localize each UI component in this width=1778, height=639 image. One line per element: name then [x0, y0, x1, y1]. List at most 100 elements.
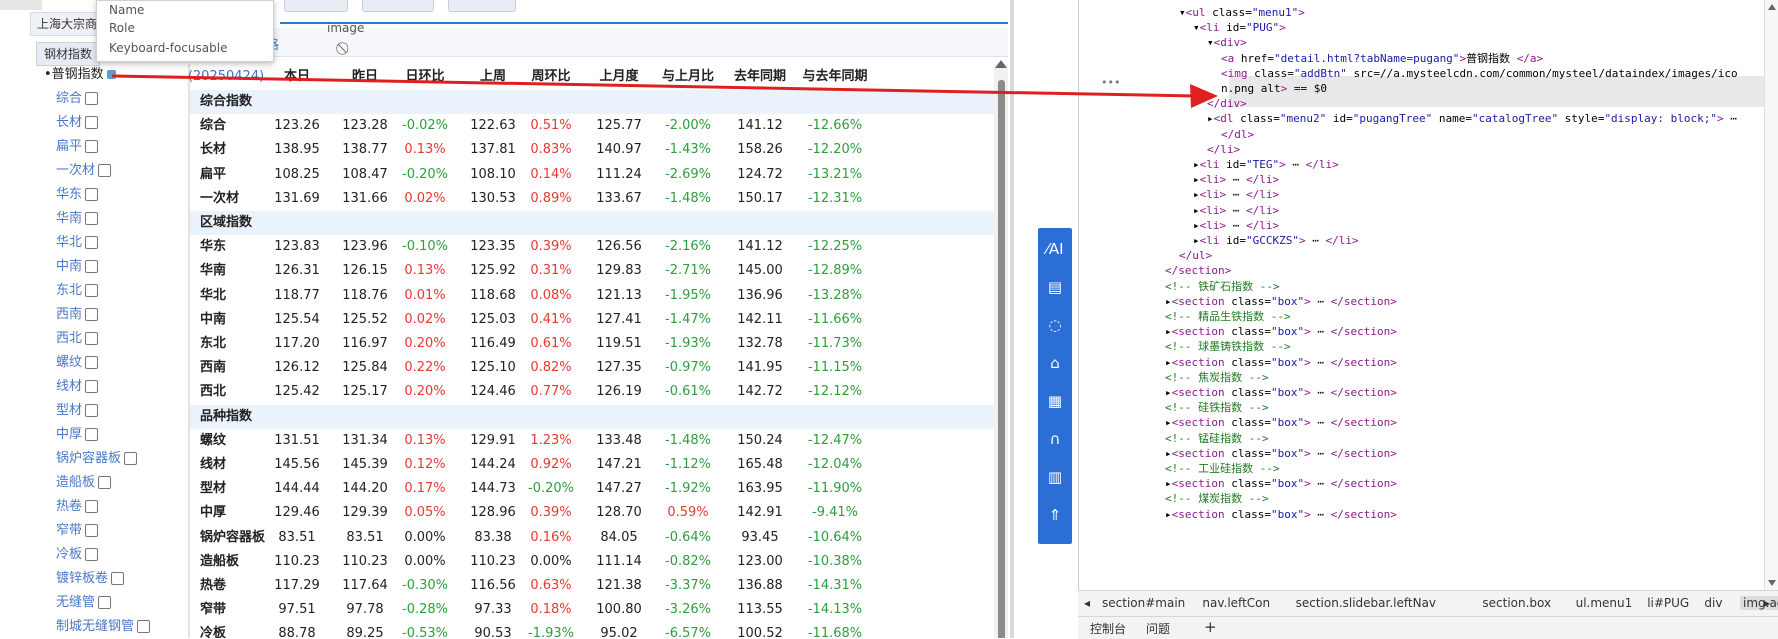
- nav-item[interactable]: 线材: [56, 376, 99, 398]
- nav-item[interactable]: 扁平: [56, 136, 99, 158]
- nav-item[interactable]: 西北: [56, 328, 99, 350]
- add-tab-icon[interactable]: +: [1204, 618, 1217, 636]
- top-button-1[interactable]: [284, 0, 348, 12]
- nav-item[interactable]: 华东: [56, 184, 99, 206]
- checkbox[interactable]: [85, 404, 99, 417]
- scroll-up-icon[interactable]: [995, 60, 1007, 68]
- top-button-3[interactable]: [448, 0, 516, 12]
- dom-node-line[interactable]: ▸<li id="GCCKZS"> ⋯ </li>: [1193, 232, 1359, 249]
- headset-icon[interactable]: ∩: [1038, 422, 1072, 456]
- nav-item[interactable]: 冷板: [56, 544, 99, 566]
- table-scrollbar-thumb[interactable]: [998, 80, 1005, 638]
- building-icon[interactable]: ▥: [1038, 460, 1072, 494]
- nav-item[interactable]: 镀锌板卷: [56, 568, 125, 590]
- breadcrumb-item[interactable]: ul.menu1: [1576, 596, 1633, 610]
- nav-item[interactable]: 型材: [56, 400, 99, 422]
- calendar-icon[interactable]: ▦: [1038, 384, 1072, 418]
- checkbox[interactable]: [85, 284, 99, 297]
- checkbox[interactable]: [111, 572, 125, 585]
- gift-icon[interactable]: ⌂: [1038, 346, 1072, 380]
- column-header[interactable]: 日环比: [390, 64, 460, 90]
- column-header[interactable]: 上月度: [584, 64, 654, 90]
- nav-item[interactable]: 西南: [56, 304, 99, 326]
- breadcrumb-item[interactable]: section.box: [1482, 596, 1551, 610]
- dom-node-line[interactable]: ▸<section class="box"> ⋯ </section>: [1165, 506, 1397, 523]
- nav-item[interactable]: 综合: [56, 88, 99, 110]
- nav-item[interactable]: 一次材: [56, 160, 112, 182]
- nav-item[interactable]: 窄带: [56, 520, 99, 542]
- top-button-2[interactable]: [362, 0, 434, 12]
- table-cell: -0.10%: [402, 239, 448, 255]
- devtools-scrollbar[interactable]: [1764, 0, 1778, 590]
- breadcrumb-item[interactable]: nav.leftCon: [1202, 596, 1270, 610]
- checkbox[interactable]: [85, 212, 99, 225]
- dt-scroll-up-icon[interactable]: [1768, 4, 1776, 10]
- breadcrumb-item[interactable]: section.slidebar.leftNav: [1296, 596, 1436, 610]
- nav-item[interactable]: •普钢指数: [44, 64, 116, 86]
- checkbox[interactable]: [98, 164, 112, 177]
- table-cell: 140.97: [596, 142, 642, 158]
- checkbox[interactable]: [85, 140, 99, 153]
- nav-item[interactable]: 螺纹: [56, 352, 99, 374]
- nav-item[interactable]: 中厚: [56, 424, 99, 446]
- nav-item[interactable]: 长材: [56, 112, 99, 134]
- column-header[interactable]: 与上月比: [648, 64, 728, 90]
- drawer-tab[interactable]: 问题: [1146, 620, 1170, 637]
- nav-item[interactable]: 锅炉容器板: [56, 448, 138, 470]
- checkbox[interactable]: [85, 308, 99, 321]
- nav-item[interactable]: 华南: [56, 208, 99, 230]
- column-header[interactable]: 与去年同期: [790, 64, 880, 90]
- drawer-tab[interactable]: 控制台: [1090, 620, 1126, 637]
- dt-scroll-down-icon[interactable]: [1768, 580, 1776, 586]
- table-cell: 136.96: [737, 287, 783, 303]
- checkbox[interactable]: [85, 116, 99, 129]
- nav-item[interactable]: 制城无缝钢管: [56, 616, 151, 638]
- nav-item[interactable]: 无缝管: [56, 592, 112, 614]
- app-icon[interactable]: ▤: [1038, 270, 1072, 304]
- row-name: 线材: [200, 457, 227, 472]
- ai-icon[interactable]: ⁄AI: [1038, 232, 1072, 266]
- crumb-left-icon[interactable]: ◂: [1084, 596, 1090, 610]
- checkbox[interactable]: [85, 500, 99, 513]
- column-header[interactable]: (20250424): [176, 64, 276, 90]
- checkbox[interactable]: [85, 332, 99, 345]
- top-icon[interactable]: ⇑: [1038, 498, 1072, 532]
- row-name: 中南: [200, 311, 227, 327]
- checkbox[interactable]: [137, 620, 151, 633]
- ellipsis-icon[interactable]: •••: [1101, 76, 1120, 89]
- column-header[interactable]: 周环比: [516, 64, 586, 90]
- dom-node-line[interactable]: ▸<dl class="menu2" id="pugangTree" name=…: [1207, 110, 1737, 127]
- breadcrumb-item[interactable]: img.addBtn: [1740, 596, 1778, 610]
- checkbox[interactable]: [85, 356, 99, 369]
- nav-item[interactable]: 热卷: [56, 496, 99, 518]
- chat-icon[interactable]: ◌: [1038, 308, 1072, 342]
- checkbox[interactable]: [85, 524, 99, 537]
- nav-item[interactable]: 东北: [56, 280, 99, 302]
- breadcrumb-item[interactable]: div: [1704, 596, 1722, 610]
- nav-item[interactable]: 中南: [56, 256, 99, 278]
- breadcrumb-item[interactable]: section#main: [1102, 596, 1185, 610]
- table-cell: -3.26%: [665, 602, 711, 618]
- crumb-right-icon[interactable]: ▸: [1764, 596, 1770, 610]
- column-header[interactable]: 去年同期: [720, 64, 800, 90]
- checkbox[interactable]: [85, 380, 99, 393]
- column-header[interactable]: 本日: [262, 64, 332, 90]
- nav-item[interactable]: 华北: [56, 232, 99, 254]
- nav-item-label: 镀锌板卷: [56, 571, 109, 586]
- steel-index-tab[interactable]: 钢材指数: [36, 42, 100, 66]
- checkbox[interactable]: [85, 236, 99, 249]
- add-button-icon[interactable]: [106, 70, 116, 79]
- checkbox[interactable]: [98, 596, 112, 609]
- checkbox[interactable]: [85, 188, 99, 201]
- table-cell: 147.27: [596, 481, 642, 497]
- checkbox[interactable]: [85, 260, 99, 273]
- checkbox[interactable]: [85, 548, 99, 561]
- nav-item[interactable]: 造船板: [56, 472, 112, 494]
- table-cell: 0.13%: [404, 432, 446, 448]
- checkbox[interactable]: [98, 476, 112, 489]
- checkbox[interactable]: [85, 428, 99, 441]
- checkbox[interactable]: [124, 452, 138, 465]
- breadcrumb-item[interactable]: li#PUG: [1647, 596, 1689, 610]
- checkbox[interactable]: [85, 92, 99, 105]
- table-cell: 0.22%: [404, 360, 446, 376]
